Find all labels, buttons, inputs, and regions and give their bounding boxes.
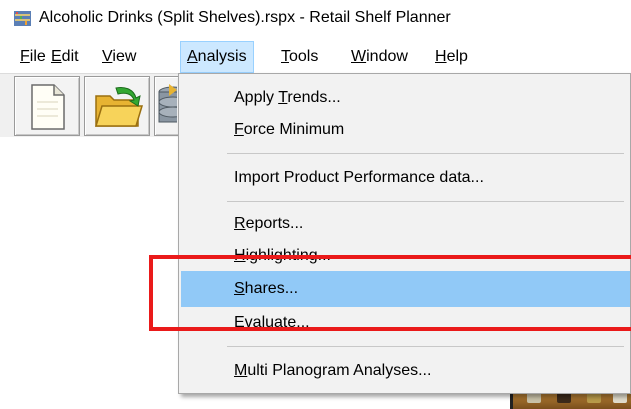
- database-icon: [158, 84, 177, 123]
- window-title: Alcoholic Drinks (Split Shelves).rspx - …: [39, 9, 451, 26]
- menu-analysis[interactable]: Analysis: [180, 41, 254, 73]
- menu-edit[interactable]: Edit: [45, 41, 85, 73]
- menu-item-evaluate[interactable]: Evaluate...: [181, 305, 630, 341]
- menu-separator: [227, 153, 624, 154]
- new-document-icon: [31, 84, 65, 130]
- menu-item-import-performance[interactable]: Import Product Performance data...: [181, 160, 630, 196]
- menu-view[interactable]: View: [96, 41, 142, 73]
- menu-item-shares[interactable]: Shares...: [181, 271, 630, 307]
- menu-item-multi-planogram[interactable]: Multi Planogram Analyses...: [181, 353, 630, 389]
- shelf-planner-icon: [14, 10, 31, 27]
- menu-window[interactable]: Window: [345, 41, 414, 73]
- menu-item-force-minimum[interactable]: Force Minimum: [181, 112, 630, 148]
- menu-tools[interactable]: Tools: [275, 41, 324, 73]
- menu-separator: [227, 346, 624, 347]
- menu-bar: File Edit View Analysis Tools Window Hel…: [0, 41, 631, 73]
- new-button[interactable]: [14, 76, 80, 136]
- menu-item-apply-trends[interactable]: Apply Trends...: [181, 80, 630, 116]
- open-button[interactable]: [84, 76, 150, 136]
- title-bar: Alcoholic Drinks (Split Shelves).rspx - …: [0, 0, 631, 36]
- analysis-menu-dropdown: Apply Trends... Force Minimum Import Pro…: [178, 73, 631, 394]
- menu-item-reports[interactable]: Reports...: [181, 206, 630, 242]
- open-folder-icon: [94, 87, 144, 127]
- menu-item-highlighting[interactable]: Highlighting...: [181, 238, 630, 274]
- menu-separator: [227, 201, 624, 202]
- menu-help[interactable]: Help: [429, 41, 474, 73]
- database-button[interactable]: [154, 76, 180, 136]
